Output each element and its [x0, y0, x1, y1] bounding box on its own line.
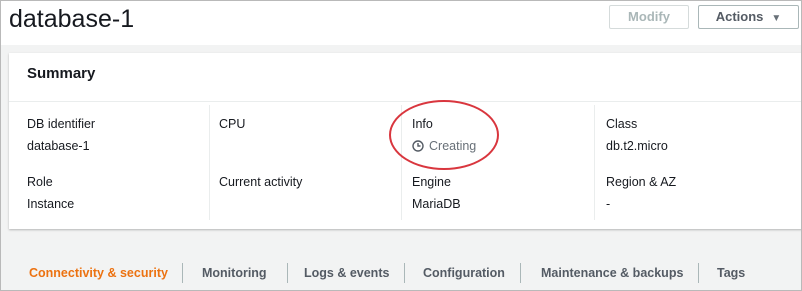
column-divider	[209, 105, 210, 220]
engine-value: MariaDB	[412, 197, 461, 211]
tab-tags[interactable]: Tags	[717, 266, 745, 280]
tab-divider	[287, 263, 288, 283]
role-field: Role Instance	[27, 174, 74, 212]
page-title: database-1	[9, 5, 135, 33]
current-activity-field: Current activity	[219, 174, 302, 196]
tab-bar: Connectivity & security Monitoring Logs …	[9, 259, 801, 290]
cpu-label: CPU	[219, 117, 246, 131]
tab-divider	[182, 263, 183, 283]
tab-divider	[404, 263, 405, 283]
db-identifier-field: DB identifier database-1	[27, 116, 95, 154]
class-value: db.t2.micro	[606, 139, 668, 153]
current-activity-label: Current activity	[219, 175, 303, 189]
class-label: Class	[606, 117, 638, 131]
rds-instance-page: database-1 Modify Actions ▼ Summary DB id…	[0, 0, 802, 291]
tab-maintenance-backups[interactable]: Maintenance & backups	[541, 266, 683, 280]
region-az-label: Region & AZ	[606, 175, 677, 189]
annotation-circle	[389, 100, 499, 170]
engine-label: Engine	[412, 175, 451, 189]
modify-button[interactable]: Modify	[609, 5, 689, 29]
tab-divider	[698, 263, 699, 283]
region-az-value: -	[606, 197, 611, 211]
tab-logs-events[interactable]: Logs & events	[304, 266, 389, 280]
class-field: Class db.t2.micro	[606, 116, 668, 154]
summary-title: Summary	[27, 65, 96, 82]
summary-divider	[9, 101, 801, 102]
cpu-field: CPU	[219, 116, 245, 138]
tab-monitoring[interactable]: Monitoring	[202, 266, 267, 280]
caret-down-icon: ▼	[771, 13, 782, 24]
region-az-field: Region & AZ -	[606, 174, 676, 212]
tab-connectivity-security[interactable]: Connectivity & security	[29, 266, 168, 280]
role-value: Instance	[27, 197, 75, 211]
page-header: database-1 Modify Actions ▼	[1, 1, 801, 45]
db-identifier-value: database-1	[27, 139, 90, 153]
actions-button-label: Actions	[715, 9, 764, 24]
db-identifier-label: DB identifier	[27, 117, 96, 131]
tab-divider	[520, 263, 521, 283]
actions-dropdown-button[interactable]: Actions ▼	[698, 5, 799, 29]
engine-field: Engine MariaDB	[412, 174, 461, 212]
tab-configuration[interactable]: Configuration	[423, 266, 505, 280]
modify-button-label: Modify	[628, 9, 670, 24]
column-divider	[594, 105, 595, 220]
role-label: Role	[27, 175, 53, 189]
